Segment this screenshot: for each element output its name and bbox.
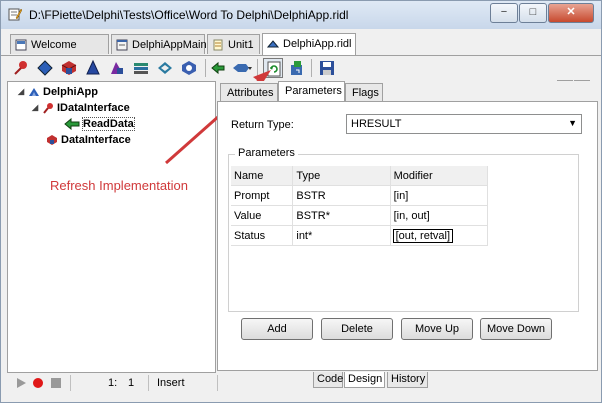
param-modifier-cell[interactable]: [in, out] (390, 205, 489, 226)
column-header-modifier[interactable]: Modifier (390, 166, 489, 186)
tab-flags[interactable]: Flags (345, 83, 383, 101)
tab-attributes[interactable]: Attributes (220, 83, 278, 101)
return-type-select[interactable]: HRESULT ▼ (346, 114, 582, 134)
param-modifier-cell[interactable]: [in] (390, 185, 489, 206)
parameters-panel: Return Type: HRESULT ▼ Parameters Name T… (217, 101, 598, 371)
return-type-value: HRESULT (351, 118, 402, 130)
param-type-cell[interactable]: int* (292, 225, 391, 246)
table-row[interactable]: Prompt BSTR [in] (231, 185, 489, 206)
param-name-cell[interactable]: Prompt (231, 185, 294, 206)
param-name-cell[interactable]: Status (231, 225, 294, 246)
param-type-cell[interactable]: BSTR* (292, 205, 391, 226)
parameters-group-label: Parameters (235, 147, 298, 159)
tab-design[interactable]: Design (344, 372, 385, 388)
move-down-label: Move Down (486, 323, 546, 335)
stop-icon[interactable] (50, 377, 62, 389)
cursor-column: 1 (128, 377, 135, 389)
table-row[interactable]: Value BSTR* [in, out] (231, 205, 489, 226)
param-name-cell[interactable]: Value (231, 205, 294, 226)
status-separator (217, 375, 218, 391)
tab-history[interactable]: History (387, 372, 428, 388)
status-bar (1, 372, 601, 402)
tab-parameters[interactable]: Parameters (278, 81, 345, 102)
chevron-down-icon: ▼ (568, 118, 577, 128)
insert-mode: Insert (157, 377, 185, 389)
move-up-label: Move Up (414, 323, 460, 335)
status-separator (70, 375, 71, 391)
move-down-button[interactable]: Move Down (480, 318, 552, 340)
move-up-button[interactable]: Move Up (401, 318, 473, 340)
focused-cell-value: [out, retval] (392, 228, 454, 243)
column-header-name[interactable]: Name (231, 166, 294, 186)
cursor-line: 1: (108, 377, 118, 389)
return-type-label: Return Type: (231, 119, 294, 131)
add-button[interactable]: Add (241, 318, 313, 340)
delete-button[interactable]: Delete (321, 318, 393, 340)
play-icon[interactable] (15, 377, 27, 389)
tab-code[interactable]: Code (313, 372, 343, 388)
add-label: Add (267, 323, 287, 335)
parameters-grid[interactable]: Name Type Modifier Prompt BSTR [in] Valu… (231, 166, 489, 246)
table-row[interactable]: Status int* [out, retval] (231, 225, 489, 246)
record-icon[interactable] (32, 377, 44, 389)
param-modifier-cell[interactable]: [out, retval] (390, 225, 489, 246)
delete-label: Delete (341, 323, 373, 335)
column-header-type[interactable]: Type (292, 166, 391, 186)
ridl-editor-window: D:\FPiette\Delphi\Tests\Office\Word To D… (0, 0, 602, 403)
param-type-cell[interactable]: BSTR (292, 185, 391, 206)
grid-header-row: Name Type Modifier (231, 166, 489, 186)
properties-pane: Attributes Parameters Flags Return Type:… (217, 81, 599, 371)
status-separator (148, 375, 149, 391)
